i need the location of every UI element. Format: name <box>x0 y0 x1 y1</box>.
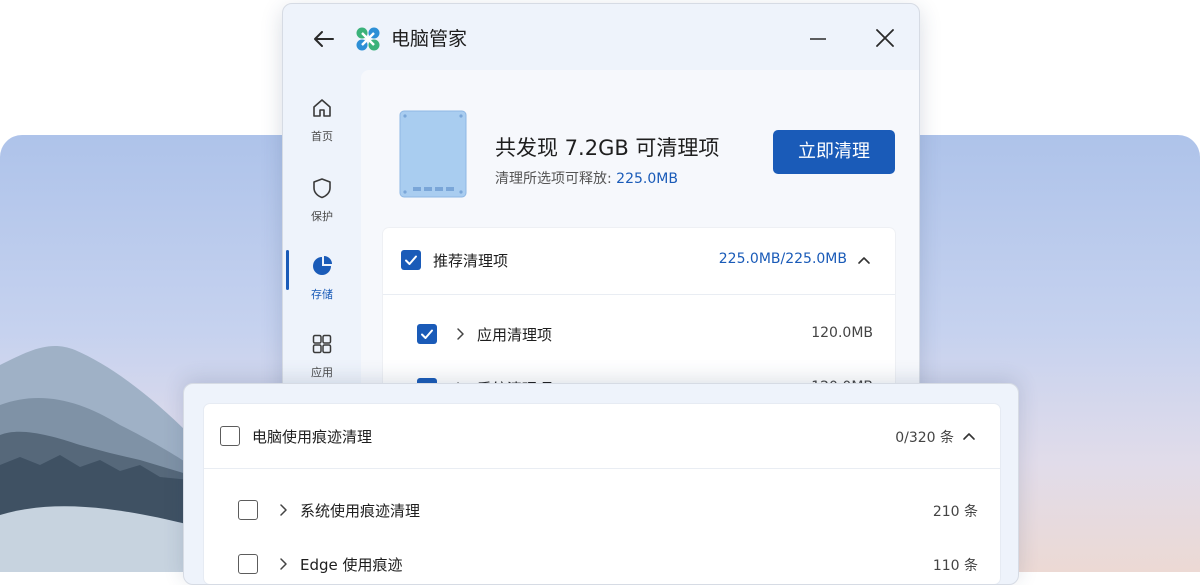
system-traces-checkbox[interactable] <box>238 500 258 520</box>
subtitle-prefix: 清理所选项可释放: <box>495 171 617 187</box>
app-logo-icon <box>355 26 381 52</box>
title-bar: 电脑管家 <box>283 4 919 70</box>
pie-chart-icon <box>313 256 332 275</box>
divider <box>204 468 1000 469</box>
close-button[interactable] <box>873 26 897 50</box>
sidebar-nav: 首页 保护 存储 应用 <box>283 70 361 424</box>
home-icon <box>313 99 331 117</box>
app-title: 电脑管家 <box>391 28 468 50</box>
traces-card: 电脑使用痕迹清理 0/320 条 系统使用痕迹清理 210 条 Edge 使用痕… <box>204 404 1000 584</box>
minimize-button[interactable] <box>807 28 829 50</box>
apps-grid-icon <box>312 334 332 354</box>
sidebar-item-apps[interactable]: 应用 <box>283 332 361 380</box>
chevron-right-icon[interactable] <box>278 503 288 517</box>
system-traces-count: 210 条 <box>932 504 978 520</box>
recommended-header[interactable]: 推荐清理项 225.0MB/225.0MB <box>383 228 895 294</box>
close-icon <box>876 29 894 47</box>
edge-traces-count: 110 条 <box>932 558 978 574</box>
clean-now-button[interactable]: 立即清理 <box>773 130 895 174</box>
traces-checkbox[interactable] <box>220 426 240 446</box>
sidebar-item-label: 保护 <box>311 210 333 223</box>
traces-label: 电脑使用痕迹清理 <box>252 428 373 446</box>
app-cleanup-size: 120.0MB <box>811 325 873 341</box>
sidebar-item-label: 应用 <box>311 366 333 379</box>
traces-header[interactable]: 电脑使用痕迹清理 0/320 条 <box>204 404 1000 468</box>
disk-icon <box>399 110 467 198</box>
recommended-size: 225.0MB/225.0MB <box>718 251 847 267</box>
minimize-icon <box>810 38 826 40</box>
list-item[interactable]: Edge 使用痕迹 110 条 <box>204 544 1000 584</box>
system-traces-label: 系统使用痕迹清理 <box>300 502 421 520</box>
traces-window: 电脑使用痕迹清理 0/320 条 系统使用痕迹清理 210 条 Edge 使用痕… <box>183 383 1019 585</box>
recommended-checkbox[interactable] <box>401 250 421 270</box>
list-item[interactable]: 应用清理项 120.0MB <box>383 308 895 358</box>
app-cleanup-checkbox[interactable] <box>417 324 437 344</box>
summary-subtitle: 清理所选项可释放: 225.0MB <box>495 168 678 188</box>
app-cleanup-label: 应用清理项 <box>477 326 553 344</box>
sidebar-item-protect[interactable]: 保护 <box>283 176 361 224</box>
chevron-right-icon[interactable] <box>278 557 288 571</box>
chevron-up-icon[interactable] <box>962 431 976 441</box>
edge-traces-checkbox[interactable] <box>238 554 258 574</box>
check-icon <box>421 329 433 339</box>
sidebar-item-label: 首页 <box>311 130 333 143</box>
sidebar-item-storage[interactable]: 存储 <box>283 254 361 302</box>
summary-title: 共发现 7.2GB 可清理项 <box>495 136 720 160</box>
storage-content: 共发现 7.2GB 可清理项 清理所选项可释放: 225.0MB 立即清理 推荐… <box>361 70 919 424</box>
divider <box>383 294 895 295</box>
shield-icon <box>313 178 331 199</box>
check-icon <box>405 255 417 265</box>
back-button[interactable] <box>311 26 337 52</box>
traces-count: 0/320 条 <box>895 430 954 446</box>
list-item[interactable]: 系统使用痕迹清理 210 条 <box>204 488 1000 532</box>
main-window: 电脑管家 首页 保护 存储 应用 共发现 7.2GB 可清理项 清理所选项可释放… <box>282 3 920 425</box>
arrow-left-icon <box>314 31 334 47</box>
chevron-right-icon[interactable] <box>455 327 465 341</box>
chevron-up-icon[interactable] <box>857 255 871 265</box>
sidebar-item-home[interactable]: 首页 <box>283 96 361 144</box>
recommended-label: 推荐清理项 <box>433 252 509 270</box>
sidebar-item-label: 存储 <box>311 288 333 301</box>
release-size: 225.0MB <box>616 171 678 187</box>
